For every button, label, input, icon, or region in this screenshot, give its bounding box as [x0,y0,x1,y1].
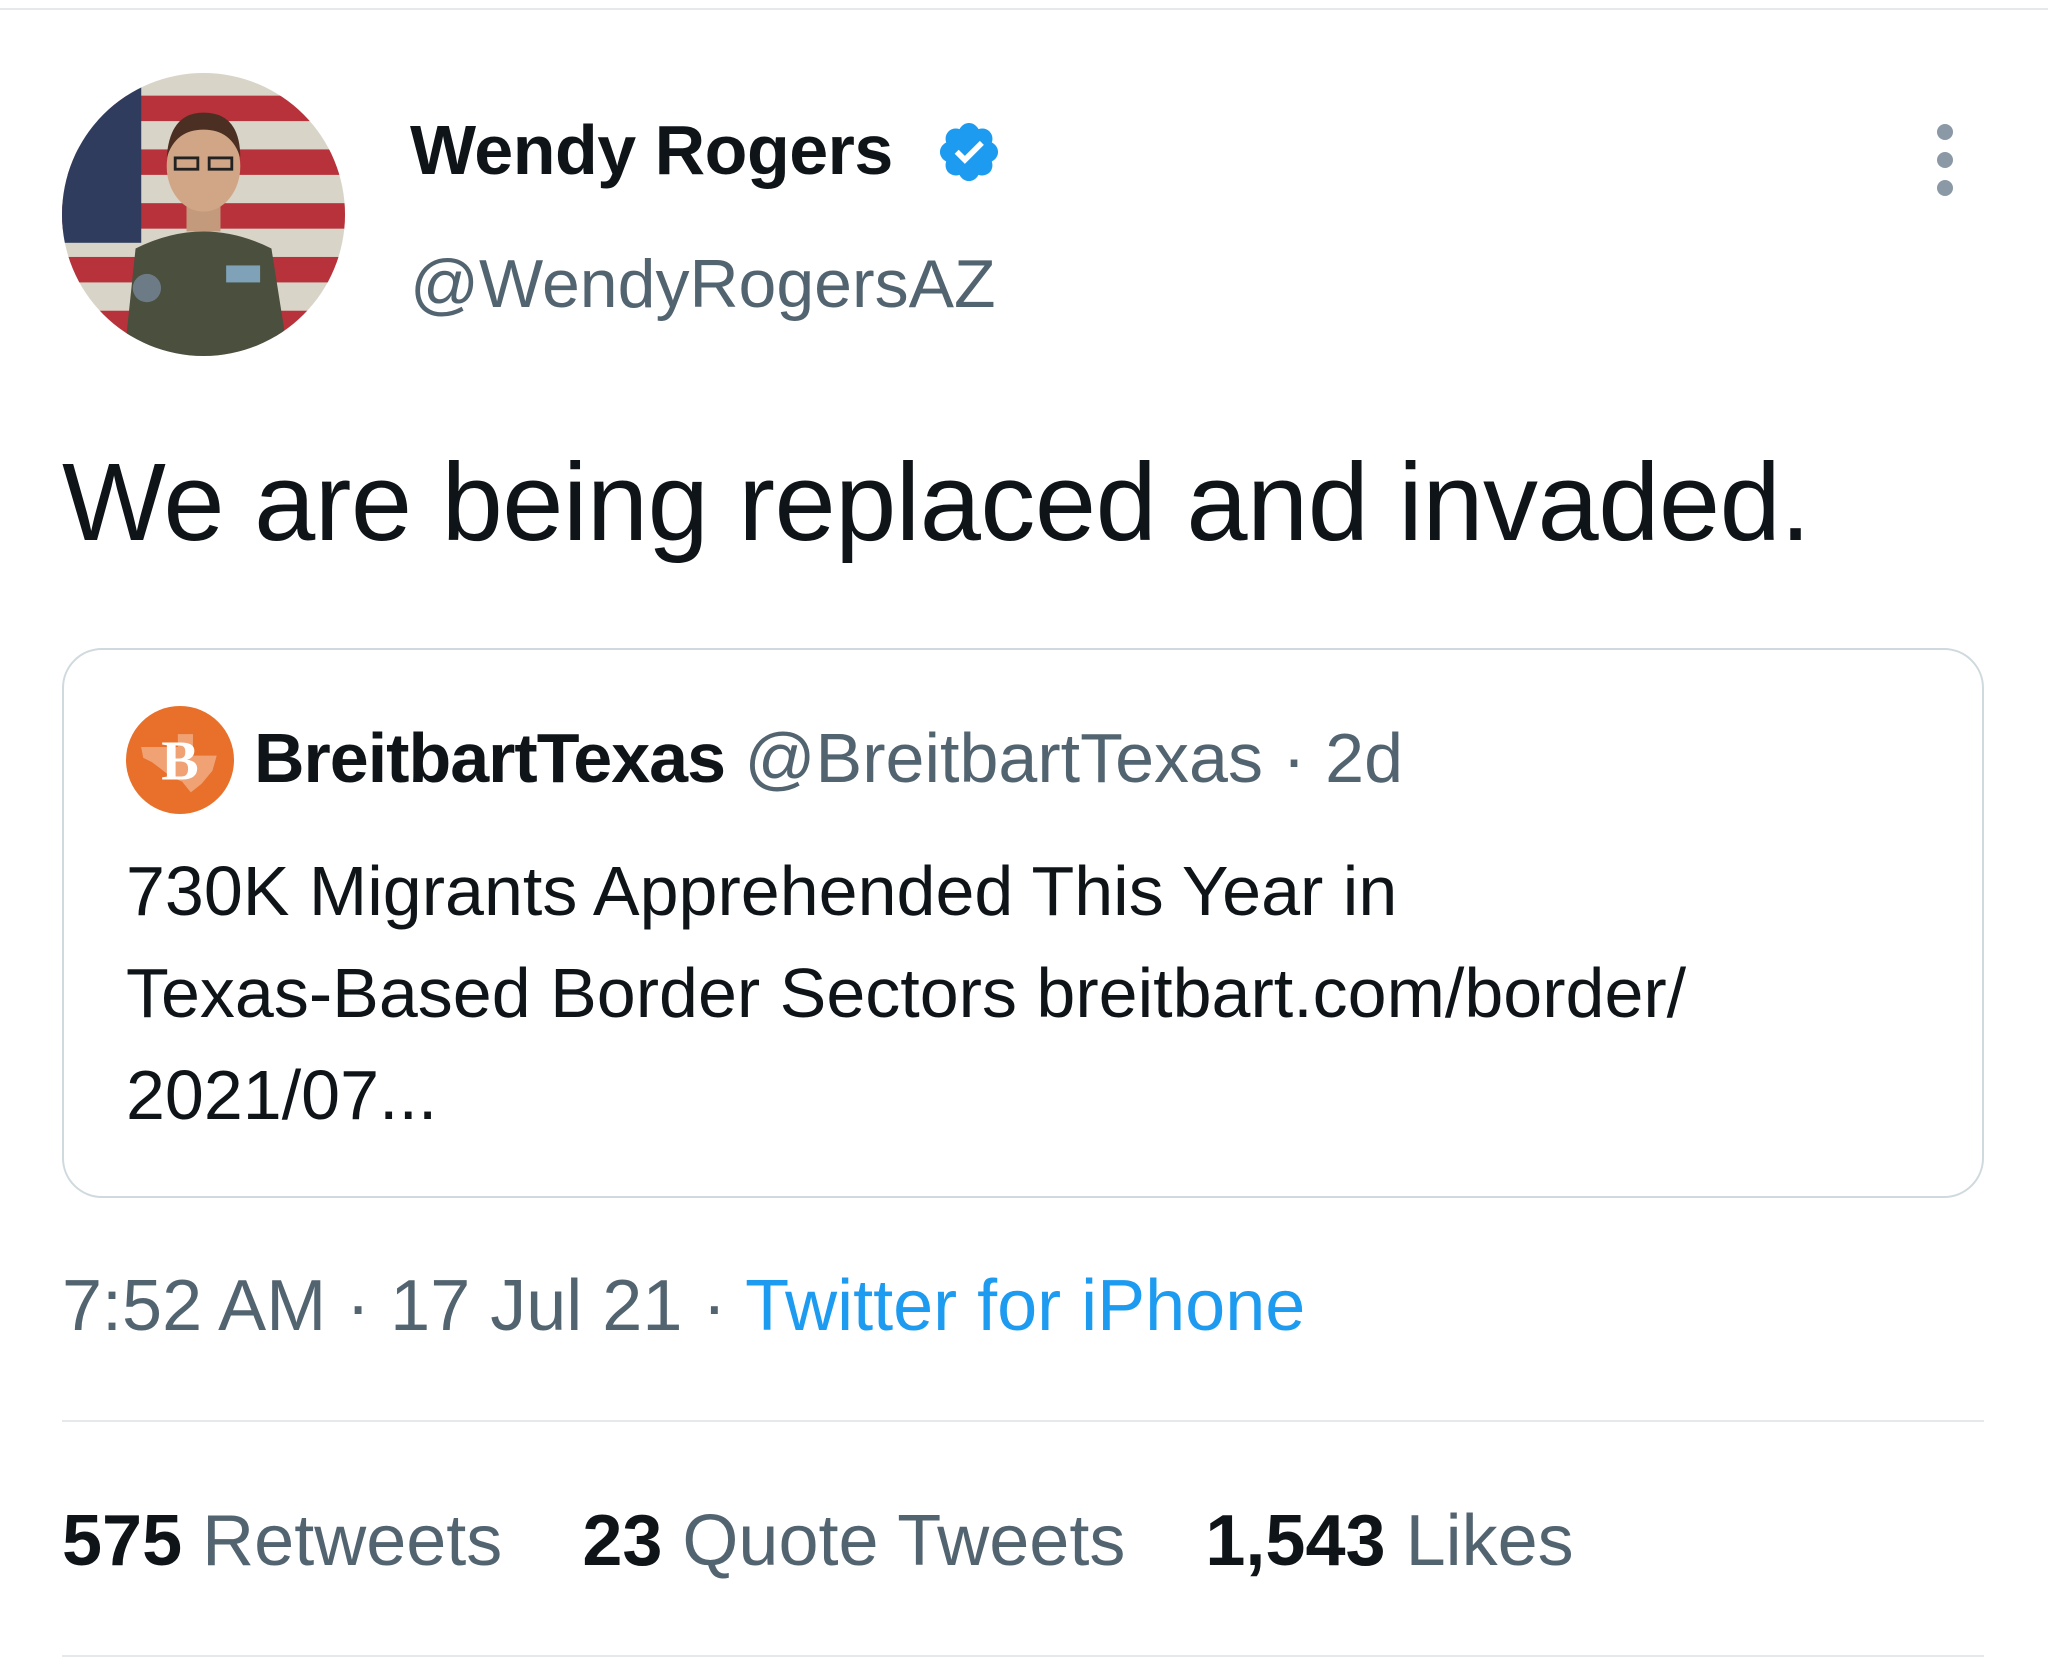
quoted-text-line: 730K Migrants Apprehended This Year in [126,852,1398,930]
quote-tweets-count: 23 [582,1501,663,1581]
quoted-tweet-header: BreitbartTexas @BreitbartTexas · 2d [254,718,1403,798]
retweets-count: 575 [62,1501,183,1581]
quoted-tweet-text: 730K Migrants Apprehended This Year in T… [126,840,1926,1146]
likes-count: 1,543 [1205,1501,1386,1581]
meta-separator: · [326,1266,391,1346]
quoted-author-handle[interactable]: @BreitbartTexas [744,719,1262,797]
stats-divider-top [62,1420,1984,1422]
quoted-author-name[interactable]: BreitbartTexas [254,719,726,797]
verified-badge-icon [935,118,1003,186]
quoted-text-line: 2021/07... [126,1056,438,1134]
retweets-label: Retweets [202,1501,503,1581]
author-handle[interactable]: @WendyRogersAZ [410,245,996,323]
quoted-text-line: Texas-Based Border Sectors breitbart.com… [126,954,1687,1032]
tweet-source-link[interactable]: Twitter for iPhone [745,1266,1305,1346]
breitbart-logo[interactable]: B [126,706,234,814]
likes-label: Likes [1405,1501,1574,1581]
tweet-metadata: 7:52 AM · 17 Jul 21 · Twitter for iPhone [62,1265,1305,1347]
tweet-time[interactable]: 7:52 AM [62,1266,326,1346]
tweet-text: We are being replaced and invaded. [62,441,1811,564]
quote-tweets-label: Quote Tweets [682,1501,1126,1581]
author-name[interactable]: Wendy Rogers [410,110,893,190]
likes-stat[interactable]: 1,543 Likes [1205,1501,1573,1581]
top-divider [0,8,2048,10]
svg-text:B: B [161,730,198,792]
quoted-separator: · [1262,719,1326,797]
engagement-stats: 575 Retweets 23 Quote Tweets 1,543 Likes [62,1500,1634,1582]
more-vertical-icon[interactable] [1920,120,1970,200]
quoted-tweet-card[interactable]: B BreitbartTexas @BreitbartTexas · 2d 73… [62,648,1984,1198]
tweet-date[interactable]: 17 Jul 21 [390,1266,682,1346]
quote-tweets-stat[interactable]: 23 Quote Tweets [582,1501,1145,1581]
meta-separator: · [682,1266,746,1346]
retweets-stat[interactable]: 575 Retweets [62,1501,522,1581]
quoted-time: 2d [1325,719,1404,797]
author-avatar[interactable] [62,73,345,356]
stats-divider-bottom [62,1655,1984,1657]
